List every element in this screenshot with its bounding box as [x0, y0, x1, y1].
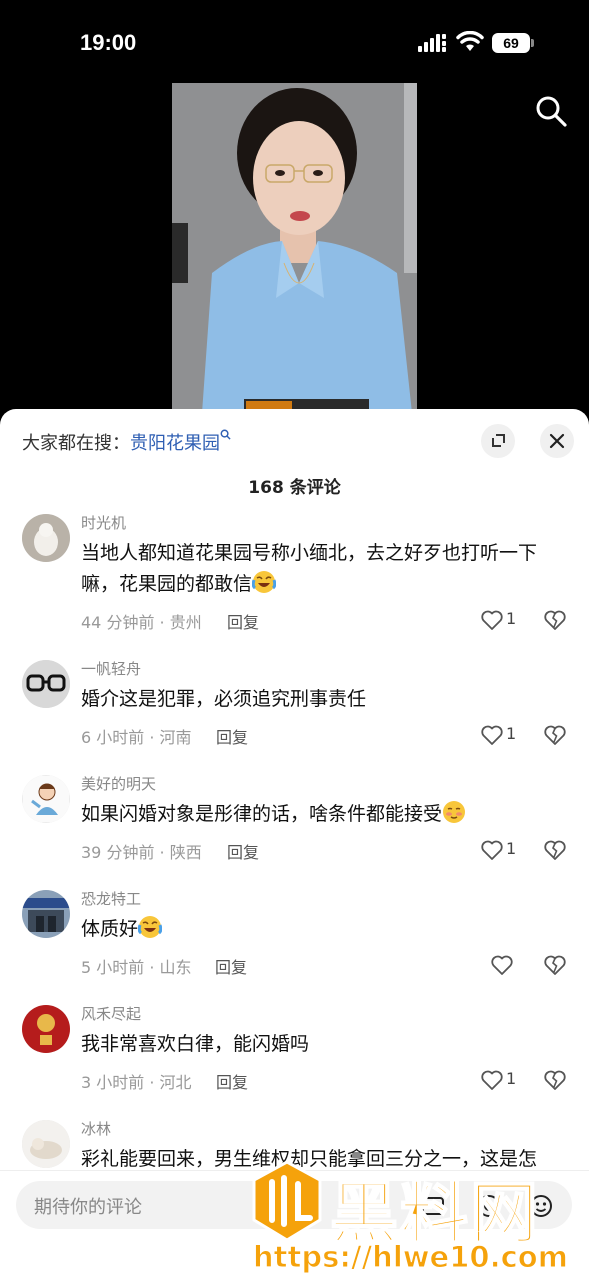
comment-text-body: 如果闪婚对象是彤律的话，啥条件都能接受 [81, 803, 443, 825]
battery-tip [531, 39, 534, 47]
heart-icon [481, 610, 503, 630]
cellular-signal-icon [418, 34, 446, 52]
crying-laughing-emoji-icon [252, 571, 277, 593]
avatar[interactable] [22, 890, 70, 938]
avatar[interactable] [22, 1005, 70, 1053]
comment-username[interactable]: 恐龙特工 [81, 888, 141, 909]
comment-input-placeholder: 期待你的评论 [34, 1197, 142, 1218]
comment-username[interactable]: 一帆轻舟 [81, 658, 141, 679]
expand-icon [492, 434, 505, 447]
avatar[interactable] [22, 660, 70, 708]
battery-indicator: 69 [492, 33, 534, 53]
comment-meta: 6 小时前 · 河南 [81, 728, 192, 747]
like-count: 1 [506, 1069, 517, 1088]
avatar[interactable] [22, 775, 70, 823]
comment-text: 如果闪婚对象是彤律的话，啥条件都能接受 [81, 799, 561, 830]
reply-button[interactable]: 回复 [215, 954, 247, 978]
comment-meta: 5 小时前 · 山东 [81, 958, 192, 977]
shy-emoji-icon [443, 801, 466, 823]
comment-item: 美好的明天 如果闪婚对象是彤律的话，啥条件都能接受 39 分钟前 · 陕西 回复… [0, 773, 589, 863]
small-search-icon [220, 429, 231, 440]
like-button[interactable]: 1 [480, 838, 530, 862]
status-bar: 19:00 69 [0, 0, 589, 84]
search-icon[interactable] [534, 94, 568, 128]
comment-username[interactable]: 风禾尽起 [81, 1003, 141, 1024]
heart-icon [491, 955, 513, 975]
like-count: 1 [506, 724, 517, 743]
comment-item: 风禾尽起 我非常喜欢白律，能闪婚吗 3 小时前 · 河北 回复 1 [0, 1003, 589, 1093]
comment-text: 婚介这是犯罪，必须追究刑事责任 [81, 684, 561, 715]
like-button[interactable]: 1 [480, 723, 530, 747]
search-suggestion[interactable]: 大家都在搜：贵阳花果园 [22, 429, 231, 455]
like-button[interactable] [490, 953, 540, 977]
wifi-icon [456, 31, 484, 51]
close-button[interactable] [540, 424, 574, 458]
heart-icon [481, 1070, 503, 1090]
heart-icon [481, 840, 503, 860]
watermark-url: https://hlwe10.com [253, 1240, 569, 1275]
close-icon [549, 433, 565, 449]
comment-username[interactable]: 冰林 [81, 1118, 111, 1139]
comment-username[interactable]: 美好的明天 [81, 773, 156, 794]
comment-meta: 44 分钟前 · 贵州 [81, 613, 202, 632]
comment-item: 时光机 当地人都知道花果园号称小缅北，去之好歹也打听一下嘛，花果园的都敢信 44… [0, 512, 589, 632]
comment-text-body: 我非常喜欢白律，能闪婚吗 [81, 1033, 310, 1055]
comment-username[interactable]: 时光机 [81, 512, 126, 533]
like-count: 1 [506, 839, 517, 858]
comment-text: 体质好 [81, 914, 561, 945]
video-frame [172, 83, 417, 413]
comment-text-body: 当地人都知道花果园号称小缅北，去之好歹也打听一下嘛，花果园的都敢信 [81, 542, 538, 595]
avatar[interactable] [22, 1120, 70, 1168]
like-count: 1 [506, 609, 517, 628]
like-button[interactable]: 1 [480, 608, 530, 632]
search-suggestion-keyword[interactable]: 贵阳花果园 [130, 433, 220, 454]
broken-heart-icon[interactable] [543, 608, 567, 632]
reply-button[interactable]: 回复 [216, 1069, 248, 1093]
watermark-logo-icon [252, 1160, 322, 1242]
comment-sheet: 大家都在搜：贵阳花果园 168 条评论 时光机 当地人都知道花果园号称小缅北，去… [0, 409, 589, 1280]
comment-text: 当地人都知道花果园号称小缅北，去之好歹也打听一下嘛，花果园的都敢信 [81, 538, 561, 600]
comment-item: 恐龙特工 体质好 5 小时前 · 山东 回复 [0, 888, 589, 978]
comment-meta: 3 小时前 · 河北 [81, 1073, 192, 1092]
status-time: 19:00 [80, 30, 137, 55]
broken-heart-icon[interactable] [543, 838, 567, 862]
avatar[interactable] [22, 514, 70, 562]
broken-heart-icon[interactable] [543, 953, 567, 977]
comment-text-body: 婚介这是犯罪，必须追究刑事责任 [81, 688, 367, 710]
expand-button[interactable] [481, 424, 515, 458]
comment-text: 我非常喜欢白律，能闪婚吗 [81, 1029, 561, 1060]
crying-laughing-emoji-icon [138, 916, 163, 938]
battery-level: 69 [492, 33, 530, 53]
video-player[interactable] [172, 83, 417, 413]
broken-heart-icon[interactable] [543, 1068, 567, 1092]
comment-item: 一帆轻舟 婚介这是犯罪，必须追究刑事责任 6 小时前 · 河南 回复 1 [0, 658, 589, 748]
comment-meta: 39 分钟前 · 陕西 [81, 843, 202, 862]
reply-button[interactable]: 回复 [216, 724, 248, 748]
reply-button[interactable]: 回复 [227, 839, 259, 863]
comment-count-title: 168 条评论 [248, 478, 341, 498]
reply-button[interactable]: 回复 [227, 609, 259, 633]
like-button[interactable]: 1 [480, 1068, 530, 1092]
broken-heart-icon[interactable] [543, 723, 567, 747]
comment-text-body: 体质好 [81, 918, 139, 940]
search-suggestion-prefix: 大家都在搜： [22, 433, 130, 454]
heart-icon [481, 725, 503, 745]
